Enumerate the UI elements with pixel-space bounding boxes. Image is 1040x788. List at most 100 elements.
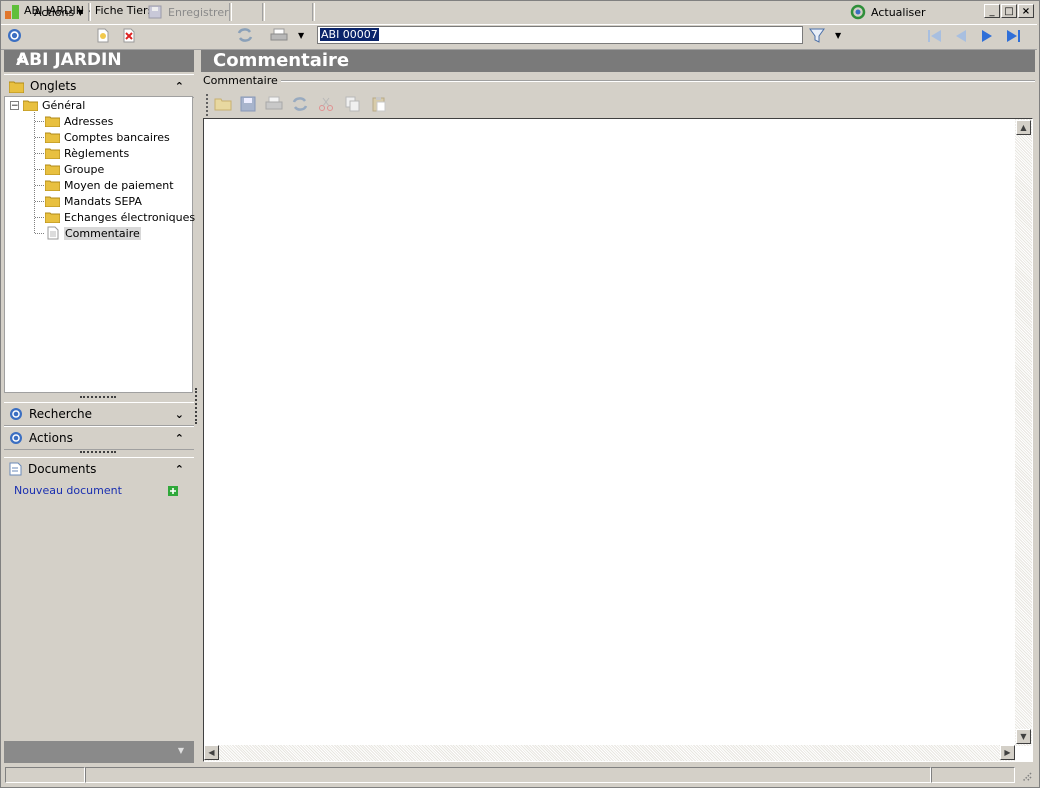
tree-connector [35, 233, 44, 234]
tree-connector [35, 185, 44, 186]
tree-node-4[interactable]: Moyen de paiement [45, 177, 174, 193]
scroll-left-button[interactable]: ◀ [204, 745, 219, 760]
comment-editor[interactable] [203, 118, 1033, 762]
recherche-section[interactable]: Recherche ⌄ [4, 402, 194, 426]
actions-menu[interactable]: Actions ▼ [34, 3, 83, 21]
tree-connector [35, 217, 44, 218]
dropdown-arrow-icon: ▼ [77, 7, 84, 17]
folder-icon [45, 164, 60, 175]
left-panel-header: ABI JARDIN « [4, 50, 194, 72]
close-button[interactable]: × [1018, 4, 1034, 18]
next-record-icon[interactable] [980, 29, 994, 43]
tree-node-2[interactable]: Règlements [45, 145, 129, 161]
tree-node-7[interactable]: Commentaire [45, 225, 141, 241]
chevron-up-icon[interactable]: ⌃ [175, 80, 184, 93]
app-menu-icon[interactable] [7, 28, 22, 43]
status-cell [85, 767, 931, 783]
scroll-up-button[interactable]: ▲ [1016, 120, 1031, 135]
previous-record-icon[interactable] [954, 29, 968, 43]
refresh-button[interactable]: Actualiser [850, 3, 926, 21]
filter-dropdown-icon[interactable]: ▼ [835, 31, 841, 40]
actions-section-label: Actions [29, 431, 73, 445]
tree-node-0[interactable]: Adresses [45, 113, 113, 129]
search-field[interactable]: ABI 00007 [317, 26, 803, 44]
tree-connector [35, 137, 44, 138]
print-dropdown-icon[interactable]: ▼ [298, 31, 304, 40]
last-record-icon[interactable] [1005, 29, 1021, 43]
filter-icon[interactable] [809, 27, 825, 44]
documents-section[interactable]: Documents ⌃ [4, 457, 194, 481]
horizontal-scrollbar[interactable] [204, 745, 1015, 761]
paste-icon[interactable] [371, 96, 387, 112]
toolbar-separator [229, 3, 232, 21]
scroll-down-button[interactable]: ▼ [1016, 729, 1031, 744]
save-button-label: Enregistrer [168, 5, 229, 19]
toolbar-separator [88, 3, 91, 21]
tree-connector [35, 121, 44, 122]
tree-node-1[interactable]: Comptes bancaires [45, 129, 170, 145]
splitter-grip[interactable] [80, 451, 116, 456]
resize-grip-icon[interactable] [1020, 770, 1032, 782]
sync-icon[interactable] [236, 27, 254, 43]
actions-icon [10, 432, 22, 444]
tree-connector [35, 201, 44, 202]
vertical-splitter[interactable] [195, 388, 200, 424]
group-divider [268, 80, 1035, 82]
onglets-section[interactable]: Onglets ⌃ [4, 74, 194, 98]
left-panel-footer: ▼ [4, 741, 194, 763]
scroll-right-button[interactable]: ▶ [1000, 745, 1015, 760]
tree-connector [34, 112, 35, 233]
first-record-icon[interactable] [927, 29, 943, 43]
collapse-panel-icon[interactable]: « [16, 50, 186, 68]
comment-text [204, 119, 1032, 123]
tree-node-label: Mandats SEPA [64, 194, 142, 208]
document-icon [9, 462, 22, 476]
copy-icon[interactable] [345, 96, 361, 112]
group-label: Commentaire [203, 74, 281, 87]
tree-node-label: Général [42, 98, 86, 112]
status-cell [5, 767, 85, 783]
toolbar-grip [206, 94, 208, 116]
footer-dropdown-icon[interactable]: ▼ [178, 746, 184, 755]
minimize-button[interactable]: _ [984, 4, 1000, 18]
tree-connector [35, 153, 44, 154]
cut-icon[interactable] [318, 96, 334, 112]
tree-node-label: Echanges électroniques [64, 210, 196, 224]
maximize-button[interactable]: □ [1001, 4, 1017, 18]
save-button[interactable]: Enregistrer [148, 3, 229, 21]
actions-section[interactable]: Actions ⌃ [4, 426, 194, 450]
tree-node-6[interactable]: Echanges électroniques [45, 209, 195, 225]
chevron-up-icon[interactable]: ⌃ [175, 432, 184, 445]
print-icon[interactable] [270, 28, 288, 43]
save-icon[interactable] [240, 96, 256, 112]
add-document-icon[interactable] [168, 486, 178, 496]
vertical-scrollbar[interactable] [1015, 119, 1032, 746]
toolbar-separator [262, 3, 265, 21]
app-logo-icon [5, 5, 19, 19]
chevron-down-icon[interactable]: ⌄ [175, 408, 184, 421]
new-document-link[interactable]: Nouveau document [14, 484, 122, 497]
tree-node-3[interactable]: Groupe [45, 161, 104, 177]
tree-node-label: Groupe [64, 162, 105, 176]
open-icon[interactable] [214, 96, 232, 112]
folder-icon [45, 212, 60, 223]
folder-icon [45, 116, 60, 127]
tree-node-general[interactable]: − Général [10, 97, 85, 113]
tree-connector [35, 169, 44, 170]
print-icon[interactable] [265, 96, 283, 112]
tree-node-label: Adresses [64, 114, 114, 128]
tree-node-5[interactable]: Mandats SEPA [45, 193, 142, 209]
tree-node-label: Comptes bancaires [64, 130, 170, 144]
delete-icon[interactable] [122, 28, 136, 43]
sync-icon[interactable] [291, 96, 309, 112]
chevron-up-icon[interactable]: ⌃ [175, 463, 184, 476]
tree-node-label: Règlements [64, 146, 130, 160]
toolbar-separator [312, 3, 315, 21]
new-icon[interactable] [96, 28, 110, 43]
folder-icon [45, 180, 60, 191]
folder-icon [45, 196, 60, 207]
collapse-node-icon[interactable]: − [10, 100, 19, 110]
search-field-value: ABI 00007 [320, 28, 379, 41]
folder-icon [45, 148, 60, 159]
splitter-grip[interactable] [80, 396, 116, 401]
